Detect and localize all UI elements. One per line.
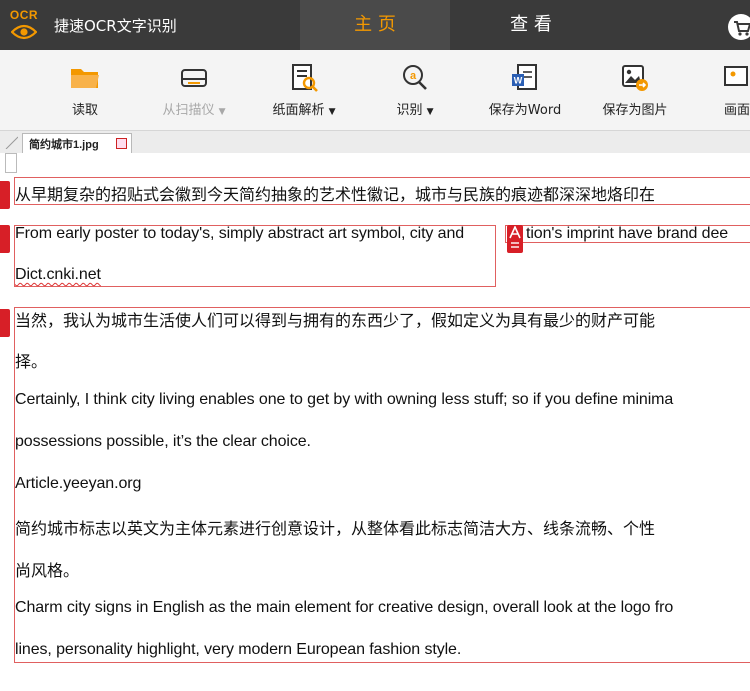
document-tab-label: 简约城市1.jpg — [29, 139, 99, 151]
logo-text: OCR — [9, 8, 39, 22]
document-tab-strip: 简约城市1.jpg — [0, 131, 750, 154]
open-folder-icon — [71, 69, 99, 88]
app-title: 捷速OCR文字识别 — [54, 17, 177, 35]
page-analysis-dropdown-caret: ▼ — [328, 107, 336, 117]
text-line: possessions possible, it’s the clear cho… — [15, 433, 311, 450]
page-gutter-marker — [5, 153, 17, 173]
text-block-marker[interactable] — [0, 309, 10, 337]
page-analysis-label: 纸面解析 ▼ — [272, 103, 336, 118]
recognition-result-panel[interactable]: 从早期复杂的招贴式会徽到今天简约抽象的艺术性徽记，城市与民族的痕迹都深深地烙印在… — [0, 153, 750, 691]
recognize-icon: a — [403, 65, 427, 90]
screen-capture-button[interactable]: 画面 — [712, 50, 750, 130]
recognize-button[interactable]: a 识别 ▼ — [380, 50, 450, 130]
text-line: Charm city signs in English as the main … — [15, 599, 674, 616]
font-a-icon — [509, 226, 521, 248]
page-analysis-button[interactable]: 纸面解析 ▼ — [262, 50, 346, 130]
text-block-marker[interactable] — [507, 225, 523, 253]
word-doc-icon: W — [512, 64, 537, 90]
screen-capture-icon — [724, 66, 748, 86]
open-button[interactable]: 读取 — [45, 50, 125, 130]
text-line: 择。 — [15, 352, 48, 371]
svg-text:W: W — [514, 76, 523, 86]
svg-text:a: a — [410, 70, 417, 82]
recognize-dropdown-caret: ▼ — [426, 107, 434, 117]
source-line: Article.yeeyan.org — [15, 475, 142, 492]
save-word-button[interactable]: W 保存为Word — [480, 50, 570, 130]
text-block-marker[interactable] — [0, 181, 10, 209]
text-line: 从早期复杂的招贴式会徽到今天简约抽象的艺术性徽记，城市与民族的痕迹都深深地烙印在 — [15, 185, 656, 204]
eye-icon — [11, 24, 37, 40]
ribbon-toolbar: 读取 从扫描仪 ▼ 纸面解析 ▼ a 识别 ▼ W 保存为Word 保存为图片 … — [0, 50, 750, 131]
text-line: lines, personality highlight, very moder… — [15, 641, 462, 658]
open-label: 读取 — [71, 103, 98, 118]
cart-icon — [734, 21, 750, 36]
save-word-label: 保存为Word — [488, 103, 562, 118]
text-line: 尚风格。 — [15, 561, 80, 580]
scanner-label: 从扫描仪 ▼ — [162, 103, 226, 118]
tab-view[interactable]: 查 看 — [456, 0, 606, 50]
app-logo: OCR — [7, 8, 41, 44]
cart-button[interactable] — [728, 14, 750, 40]
save-image-label: 保存为图片 — [602, 103, 668, 118]
title-bar: OCR 捷速OCR文字识别 主 页 查 看 — [0, 0, 750, 50]
source-line: Dict.cnki.net — [15, 266, 101, 283]
text-line: 当然，我认为城市生活使人们可以得到与拥有的东西少了，假如定义为具有最少的财产可能 — [15, 311, 656, 330]
close-icon[interactable] — [116, 138, 127, 149]
document-tab[interactable]: 简约城市1.jpg — [22, 133, 132, 154]
screen-capture-label: 画面 — [723, 103, 750, 118]
scanner-dropdown-caret: ▼ — [218, 107, 226, 117]
tab-edge-icon — [5, 136, 18, 149]
save-image-button[interactable]: 保存为图片 — [594, 50, 676, 130]
text-line: tion's imprint have brand dee — [526, 225, 729, 242]
recognize-label: 识别 ▼ — [396, 103, 434, 118]
text-block-marker[interactable] — [0, 225, 10, 253]
tab-home[interactable]: 主 页 — [300, 0, 450, 50]
text-line: Certainly, I think city living enables o… — [15, 391, 674, 408]
text-line: From early poster to today's, simply abs… — [15, 225, 465, 242]
scanner-icon — [181, 69, 207, 87]
page-analysis-icon — [292, 64, 318, 92]
scanner-button[interactable]: 从扫描仪 ▼ — [150, 50, 238, 130]
save-image-icon — [622, 65, 648, 91]
text-line: 简约城市标志以英文为主体元素进行创意设计，从整体看此标志简洁大方、线条流畅、个性 — [15, 519, 656, 538]
